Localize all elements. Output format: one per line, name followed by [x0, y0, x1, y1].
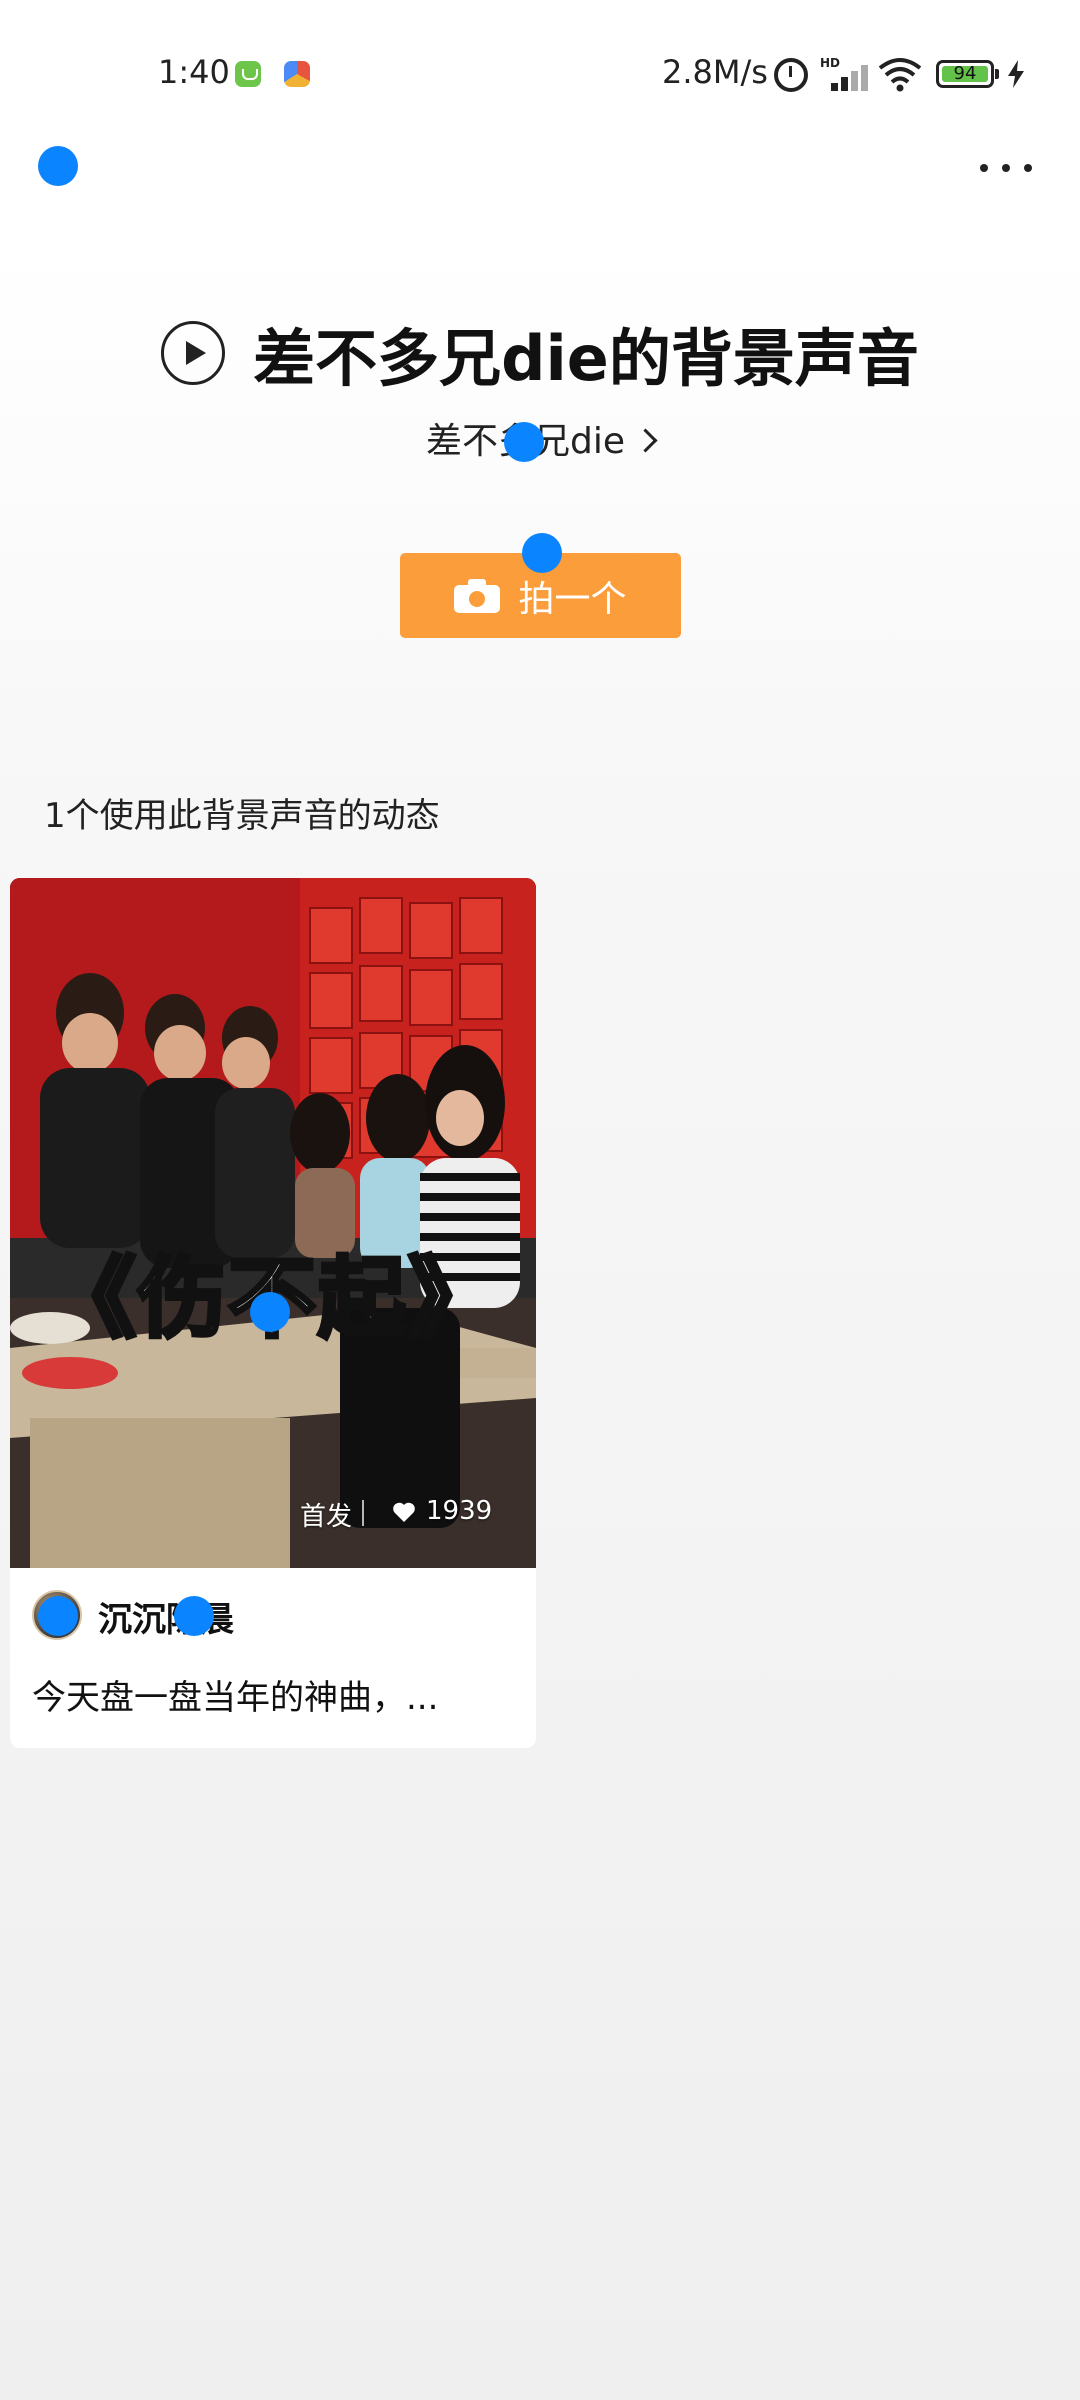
sound-title: 差不多兄die的背景声音 — [253, 322, 919, 395]
status-time: 1:40 — [158, 53, 230, 91]
charging-icon — [1008, 60, 1024, 88]
back-icon — [38, 146, 78, 186]
signal-icon — [823, 61, 869, 91]
heart-icon — [393, 1502, 415, 1522]
touch-marker — [522, 533, 562, 573]
battery-level: 94 — [953, 63, 977, 84]
network-speed: 2.8M/s — [662, 53, 768, 91]
like-count: 1939 — [426, 1496, 493, 1526]
status-bar: 1:40 2.8M/s HD 94 — [0, 0, 1080, 150]
battery-icon: 94 — [936, 60, 999, 88]
sound-header: 差不多兄die的背景声音 — [0, 308, 1080, 398]
touch-marker — [250, 1292, 290, 1332]
more-icon-dot — [1002, 164, 1010, 172]
touch-marker — [504, 422, 544, 462]
app-notification-icon — [284, 61, 310, 87]
posts-section-label: 1个使用此背景声音的动态 — [44, 796, 440, 836]
cover-photo — [10, 878, 536, 1568]
camera-icon — [454, 578, 501, 613]
more-icon — [980, 164, 988, 172]
more-button[interactable] — [976, 150, 1036, 186]
post-card[interactable]: 《伤不起》 首发 1939 沉沉陈晨 今天盘一盘当年的神曲，... — [10, 878, 536, 1748]
chevron-right-icon — [633, 428, 658, 453]
back-button[interactable] — [34, 142, 82, 190]
shoot-button-label: 拍一个 — [518, 578, 627, 620]
post-description: 今天盘一盘当年的神曲，... — [32, 1678, 439, 1718]
first-release-badge: 首发 — [300, 1502, 353, 1532]
more-icon-dot — [1024, 164, 1032, 172]
touch-marker — [38, 1596, 78, 1636]
wifi-icon — [878, 58, 922, 92]
post-cover-image[interactable]: 《伤不起》 首发 1939 — [10, 878, 536, 1568]
app-notification-icon — [235, 61, 261, 87]
play-icon[interactable] — [161, 321, 226, 385]
sound-author-link[interactable]: 差不多兄die — [0, 412, 1080, 472]
alarm-icon — [774, 58, 808, 92]
badge-divider — [362, 1500, 364, 1526]
touch-marker — [174, 1596, 214, 1636]
